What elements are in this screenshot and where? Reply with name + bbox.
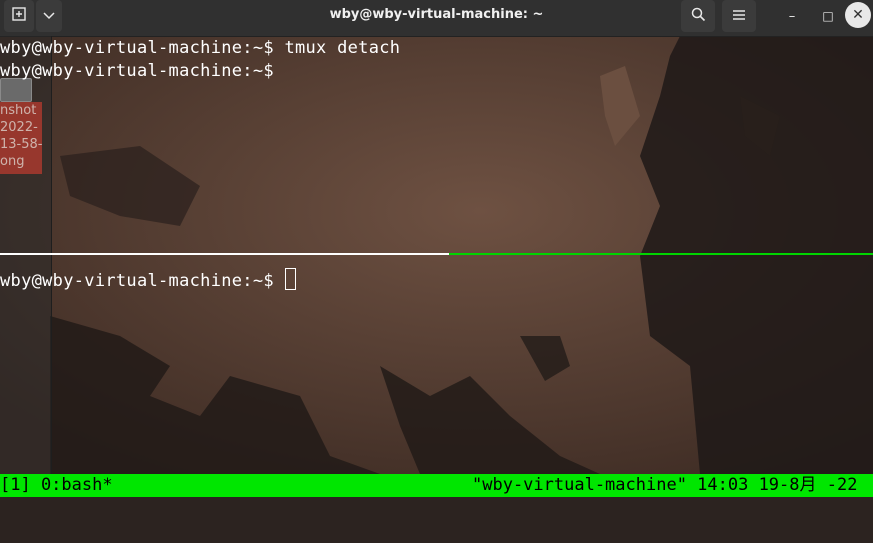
close-icon: ✕ (852, 7, 864, 23)
tmux-status-bar: [1] 0:bash* "wby-virtual-machine" 14:03 … (0, 474, 873, 497)
window-header: wby@wby-virtual-machine: ~ – □ ✕ (0, 0, 873, 37)
pane-divider-active (449, 253, 873, 255)
desktop-dock-strip: nshot 2022- 13-58- ong (0, 36, 52, 474)
terminal-prompt-line[interactable]: wby@wby-virtual-machine:~$ (0, 268, 297, 291)
tmux-window-list[interactable]: [1] 0:bash* (0, 474, 113, 497)
file-label-line: 2022- (0, 120, 38, 135)
close-button[interactable]: ✕ (845, 2, 871, 28)
search-icon (691, 7, 706, 26)
file-label-line: ong (0, 154, 25, 169)
maximize-icon: □ (822, 9, 834, 23)
file-label-line: 13-58- (0, 137, 42, 152)
tmux-status-right: "wby-virtual-machine" 14:03 19-8月 -22 (472, 475, 858, 495)
hamburger-menu-icon (733, 9, 745, 24)
hamburger-menu-button[interactable] (722, 0, 756, 32)
terminal-cursor (285, 268, 297, 290)
terminal-prompt: wby@wby-virtual-machine:~$ (0, 271, 285, 291)
terminal-line: wby@wby-virtual-machine:~$ tmux detach (0, 38, 401, 58)
terminal-line: wby@wby-virtual-machine:~$ (0, 61, 274, 81)
search-button[interactable] (681, 0, 715, 32)
desktop-screenshot-file[interactable]: nshot 2022- 13-58- ong (0, 102, 42, 174)
minimize-icon: – (788, 8, 796, 24)
file-label-line: nshot (0, 103, 37, 118)
chevron-down-icon (43, 9, 55, 24)
pane-divider-inactive (0, 253, 449, 255)
new-tab-button[interactable] (4, 0, 34, 32)
minimize-button[interactable]: – (780, 0, 804, 32)
maximize-button[interactable]: □ (816, 0, 840, 32)
tab-menu-button[interactable] (36, 0, 62, 32)
new-tab-icon (12, 7, 26, 25)
terminal-background-map (0, 36, 873, 474)
desktop-app-icon[interactable] (0, 78, 32, 102)
